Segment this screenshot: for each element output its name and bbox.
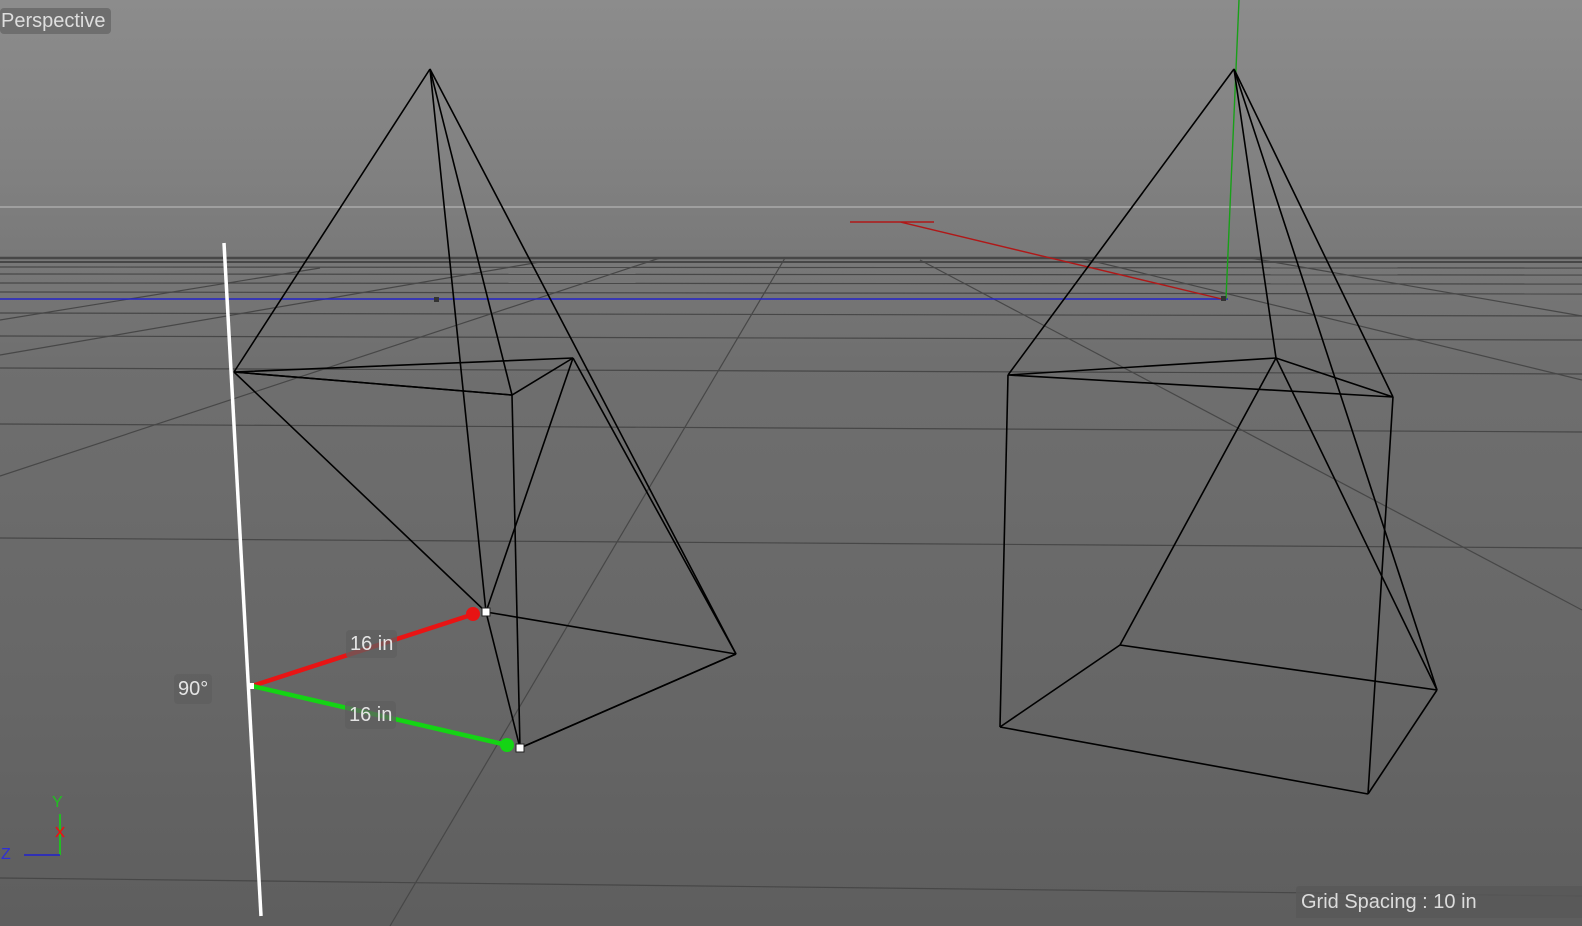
length-label-x: 16 in	[346, 630, 398, 658]
pyramid-right[interactable]	[1007, 68, 1438, 691]
origin-point	[1221, 296, 1226, 301]
viewport-canvas[interactable]	[0, 0, 1582, 926]
measure-x-handle[interactable]	[466, 607, 480, 621]
length-label-y: 16 in	[345, 701, 397, 729]
gizmo-y-label: Y	[52, 794, 63, 811]
angle-label: 90°	[174, 674, 213, 704]
measure-origin[interactable]	[248, 683, 254, 689]
guide-line[interactable]	[222, 242, 263, 917]
pyramid-left[interactable]	[233, 68, 737, 750]
vertex-x[interactable]	[481, 607, 491, 617]
cube-right[interactable]	[999, 357, 1438, 795]
measure-y-handle[interactable]	[500, 738, 514, 752]
gizmo-z-label: Z	[1, 846, 11, 863]
axis-point	[434, 297, 439, 302]
vertex-y[interactable]	[515, 743, 525, 753]
3d-viewport[interactable]: Y Z Perspective 90° 16 in 16 in Grid Spa…	[0, 0, 1582, 926]
viewport-title[interactable]: Perspective	[0, 8, 111, 34]
grid-spacing-label: Grid Spacing : 10 in	[1296, 886, 1582, 918]
ground-grid	[0, 256, 1582, 926]
axis-gizmo	[24, 814, 65, 856]
cube-left[interactable]	[233, 357, 737, 749]
measure-tool[interactable]	[248, 607, 525, 753]
y-axis-line	[1225, 0, 1240, 300]
